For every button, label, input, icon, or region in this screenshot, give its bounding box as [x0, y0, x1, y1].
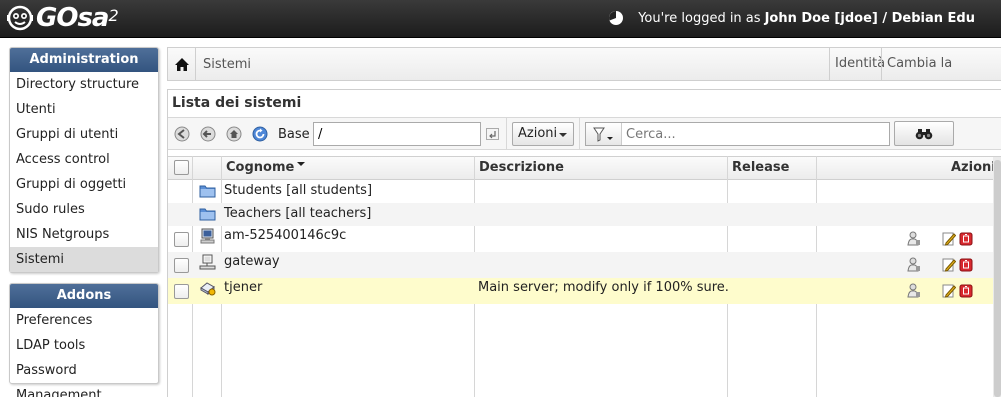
toolbar-divider	[506, 118, 507, 149]
administration-menu-title: Administration	[10, 48, 158, 72]
addons-menu-title: Addons	[10, 284, 158, 308]
delete-icon[interactable]	[959, 231, 973, 246]
list-scrollbar[interactable]	[993, 157, 1001, 397]
top-bar: GOsa 2 You're logged in as John Doe [jdo…	[0, 0, 1001, 38]
home-icon	[174, 57, 189, 71]
addons-menu: Addons Preferences LDAP tools Password M…	[9, 283, 159, 397]
user-action-icon[interactable]	[907, 283, 921, 298]
filter-button[interactable]	[586, 123, 622, 145]
column-header-cognome[interactable]: Cognome	[221, 157, 306, 179]
administration-menu: Administration Directory structure Utent…	[9, 47, 159, 273]
search-box	[585, 122, 890, 146]
table-header: Cognome Descrizione Release Azioni	[168, 156, 1001, 180]
sidebar-item-sistemi[interactable]: Sistemi	[10, 247, 158, 272]
edit-icon[interactable]	[942, 283, 956, 298]
table-row[interactable]: Students [all students]	[168, 180, 1001, 203]
user-action-icon[interactable]	[907, 257, 921, 272]
actions-label: Azioni	[518, 126, 558, 141]
terminal-icon	[199, 254, 216, 270]
column-header-release[interactable]: Release	[727, 157, 789, 179]
back-icon[interactable]	[174, 126, 190, 142]
search-button[interactable]	[894, 121, 954, 146]
home-button[interactable]	[168, 48, 196, 80]
system-list-panel: Lista dei sistemi Base Azioni	[167, 89, 1001, 397]
sidebar-item-nis-netgroups[interactable]: NIS Netgroups	[10, 222, 158, 247]
row-name[interactable]: am-525400146c9c	[224, 226, 346, 246]
list-toolbar: Base Azioni	[168, 117, 1001, 150]
session-info: You're logged in as John Doe [jdoe] / De…	[608, 10, 975, 26]
gosa-logo-icon	[7, 5, 33, 31]
row-name[interactable]: Students [all students]	[224, 181, 372, 201]
up-back-icon[interactable]	[200, 126, 216, 142]
row-checkbox[interactable]	[174, 232, 189, 247]
sidebar-item-gruppi-di-oggetti[interactable]: Gruppi di oggetti	[10, 172, 158, 197]
table-row[interactable]: Teachers [all teachers]	[168, 203, 1001, 226]
edit-icon[interactable]	[942, 257, 956, 272]
user-action-icon[interactable]	[907, 231, 921, 246]
sidebar-item-preferences[interactable]: Preferences	[10, 308, 158, 333]
base-input[interactable]	[313, 122, 481, 146]
breadcrumb-current: Sistemi	[203, 57, 252, 72]
server-icon	[200, 282, 216, 296]
scrollbar-thumb[interactable]	[994, 160, 1001, 397]
search-input[interactable]	[623, 123, 887, 145]
list-title: Lista dei sistemi	[172, 95, 302, 111]
sidebar-item-utenti[interactable]: Utenti	[10, 97, 158, 122]
breadcrumb: Sistemi Identità Cambia la password	[167, 47, 1001, 103]
column-header-descrizione[interactable]: Descrizione	[474, 157, 564, 179]
table-row[interactable]: am-525400146c9c	[168, 226, 1001, 252]
logout-icon[interactable]	[608, 10, 624, 26]
select-all-checkbox[interactable]	[174, 160, 189, 175]
logo-text: GOsa	[36, 3, 109, 33]
table-row[interactable]: tjener Main server; modify only if 100% …	[168, 278, 1001, 304]
change-password-link[interactable]: Cambia la password	[881, 48, 1001, 103]
delete-icon[interactable]	[959, 283, 973, 298]
refresh-icon[interactable]	[252, 126, 268, 142]
logo-superscript: 2	[108, 6, 119, 25]
binoculars-icon	[915, 128, 933, 139]
toolbar-divider	[579, 118, 580, 149]
row-checkbox[interactable]	[174, 284, 189, 299]
column-header-cognome-label: Cognome	[226, 160, 295, 175]
delete-icon[interactable]	[959, 257, 973, 272]
session-user: John Doe [jdoe] / Debian Edu	[764, 10, 975, 26]
sort-desc-icon	[297, 162, 306, 166]
table-row[interactable]: gateway	[168, 252, 1001, 278]
sidebar-item-gruppi-di-utenti[interactable]: Gruppi di utenti	[10, 122, 158, 147]
sidebar-item-password-management[interactable]: Password Management	[10, 358, 158, 397]
row-name[interactable]: Teachers [all teachers]	[224, 204, 371, 224]
session-prefix: You're logged in as	[638, 10, 761, 26]
gosa-logo[interactable]: GOsa 2	[6, 3, 119, 33]
sidebar-item-ldap-tools[interactable]: LDAP tools	[10, 333, 158, 358]
row-checkbox[interactable]	[174, 258, 189, 273]
folder-icon	[199, 185, 216, 198]
chevron-down-icon	[559, 133, 567, 137]
base-label: Base	[278, 127, 310, 142]
sidebar-item-access-control[interactable]: Access control	[10, 147, 158, 172]
enter-icon[interactable]	[486, 128, 499, 140]
folder-icon	[199, 208, 216, 221]
sidebar-item-sudo-rules[interactable]: Sudo rules	[10, 197, 158, 222]
row-name[interactable]: gateway	[224, 252, 280, 272]
root-icon[interactable]	[226, 126, 242, 142]
sidebar-item-directory-structure[interactable]: Directory structure	[10, 72, 158, 97]
column-header-azioni: Azioni	[951, 160, 996, 175]
row-description: Main server; modify only if 100% sure.	[478, 280, 729, 295]
filter-icon	[593, 127, 613, 142]
workstation-icon	[200, 228, 215, 244]
actions-dropdown[interactable]: Azioni	[512, 122, 574, 146]
row-name[interactable]: tjener	[224, 278, 262, 298]
edit-icon[interactable]	[942, 231, 956, 246]
